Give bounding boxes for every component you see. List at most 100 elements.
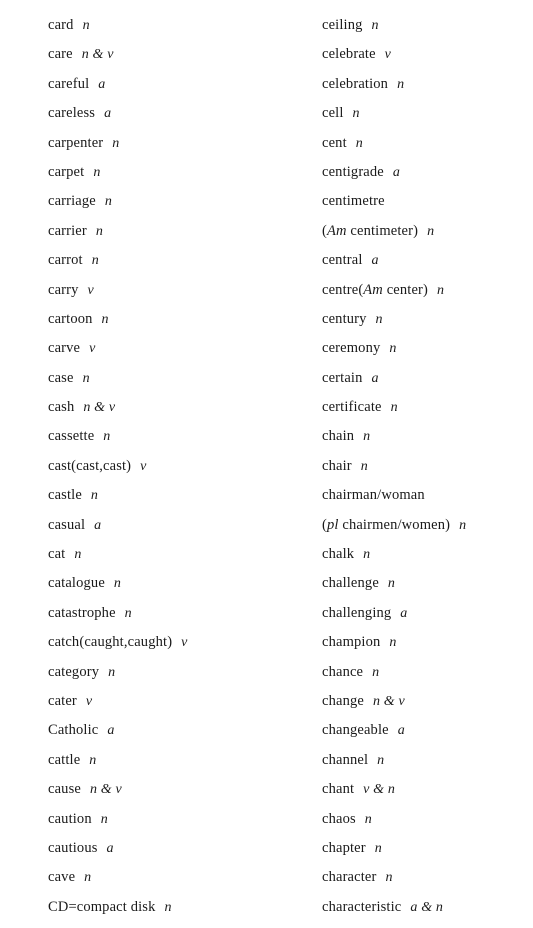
word-entry: chairman/woman (322, 481, 533, 510)
part-of-speech: n (363, 547, 371, 563)
word-entry: chain n (322, 422, 533, 451)
word-entry: changeable a (322, 716, 533, 745)
part-of-speech: n (93, 164, 101, 180)
word-entry: cautious a (48, 834, 287, 863)
part-of-speech: n (360, 458, 368, 474)
headword: cash (48, 399, 75, 416)
part-of-speech: a (371, 370, 379, 386)
part-of-speech: v & n (363, 782, 396, 798)
part-of-speech: n (372, 664, 380, 680)
headword-suffix: chairmen/women) (338, 516, 451, 533)
headword: carpet (48, 163, 85, 180)
word-entry: (Am centimeter) n (322, 217, 533, 246)
word-entry: challenge n (322, 569, 533, 598)
left-word-column: card n care n & v careful a careless a carpenter… (0, 11, 287, 928)
word-entry: catch(caught,caught) v (48, 628, 287, 657)
word-entry: casual a (48, 511, 287, 540)
headword: chapter (322, 839, 366, 856)
part-of-speech: n (375, 311, 383, 327)
headword: chaos (322, 810, 356, 827)
word-entry: chalk n (322, 540, 533, 569)
word-entry: carpet n (48, 158, 287, 187)
word-entry: cave n (48, 863, 287, 892)
headword: cell (322, 105, 344, 122)
word-entry: CD=compact disk n (48, 893, 287, 922)
headword: catastrophe (48, 604, 116, 621)
part-of-speech: n (459, 517, 467, 533)
part-of-speech: n (104, 194, 113, 210)
part-of-speech: n (371, 18, 379, 33)
part-of-speech: a & n (410, 899, 444, 915)
headword: certain (322, 369, 363, 386)
word-entry: chance n (322, 658, 533, 687)
headword: chair (322, 457, 352, 474)
word-entry: chant v & n (322, 775, 533, 804)
word-entry: centigrade a (322, 158, 533, 187)
part-of-speech: a (397, 723, 405, 739)
word-entry: centre(Am center) n (322, 276, 533, 305)
part-of-speech: n (390, 400, 398, 416)
headword: cartoon (48, 310, 93, 327)
headword: challenge (322, 575, 379, 592)
headword: carve (48, 340, 81, 357)
headword: ceiling (322, 17, 363, 33)
headword: cautious (48, 839, 98, 856)
usage-label: Am (363, 281, 383, 298)
headword: centimetre (322, 193, 385, 210)
part-of-speech: v (181, 635, 188, 651)
word-entry: (pl chairmen/women) n (322, 511, 533, 540)
part-of-speech: n (397, 76, 405, 92)
word-entry: carrot n (48, 246, 287, 275)
headword: careless (48, 105, 96, 122)
part-of-speech: n (377, 752, 385, 768)
word-entry: Catholic a (48, 716, 287, 745)
part-of-speech: n (103, 429, 111, 445)
word-entry: chaos n (322, 805, 533, 834)
part-of-speech: n (113, 576, 122, 592)
headword: CD=compact disk (48, 898, 156, 915)
part-of-speech: a (107, 723, 115, 739)
headword: chain (322, 428, 355, 445)
part-of-speech: n (95, 223, 104, 239)
headword: central (322, 252, 363, 269)
headword: cattle (48, 751, 81, 768)
headword: careful (48, 75, 90, 92)
part-of-speech: v (140, 458, 147, 474)
word-entry: card n (48, 11, 287, 40)
headword: chance (322, 663, 364, 680)
headword: casual (48, 516, 86, 533)
word-entry: case n (48, 364, 287, 393)
part-of-speech: n (74, 547, 82, 563)
word-entry: cent n (322, 129, 533, 158)
part-of-speech: n (363, 429, 371, 445)
word-entry: celebrate v (322, 40, 533, 69)
word-entry: centimetre (322, 187, 533, 216)
word-entry: cell n (322, 99, 533, 128)
part-of-speech: n (124, 605, 132, 621)
part-of-speech: n & v (83, 400, 116, 416)
part-of-speech: n & v (372, 693, 405, 709)
part-of-speech: n (91, 253, 99, 269)
word-entry: cattle n (48, 746, 287, 775)
word-entry: category n (48, 658, 287, 687)
word-entry: channel n (322, 746, 533, 775)
usage-label: pl (326, 516, 339, 533)
part-of-speech: n (84, 870, 92, 886)
part-of-speech: n (389, 635, 397, 651)
headword: certificate (322, 399, 382, 416)
part-of-speech: n (352, 106, 360, 122)
usage-label: Am (326, 222, 347, 239)
word-entry: chair n (322, 452, 533, 481)
headword: caution (48, 810, 92, 827)
word-entry: cat n (48, 540, 287, 569)
part-of-speech: v (384, 47, 392, 63)
word-entry: catastrophe n (48, 599, 287, 628)
word-entry: carve v (48, 334, 287, 363)
headword-suffix: center) (382, 281, 429, 298)
headword: cast(cast,cast) (48, 457, 132, 474)
headword: changeable (322, 722, 389, 739)
headword: change (322, 692, 364, 709)
headword: channel (322, 751, 369, 768)
word-entry: character n (322, 863, 533, 892)
headword: cave (48, 869, 76, 886)
